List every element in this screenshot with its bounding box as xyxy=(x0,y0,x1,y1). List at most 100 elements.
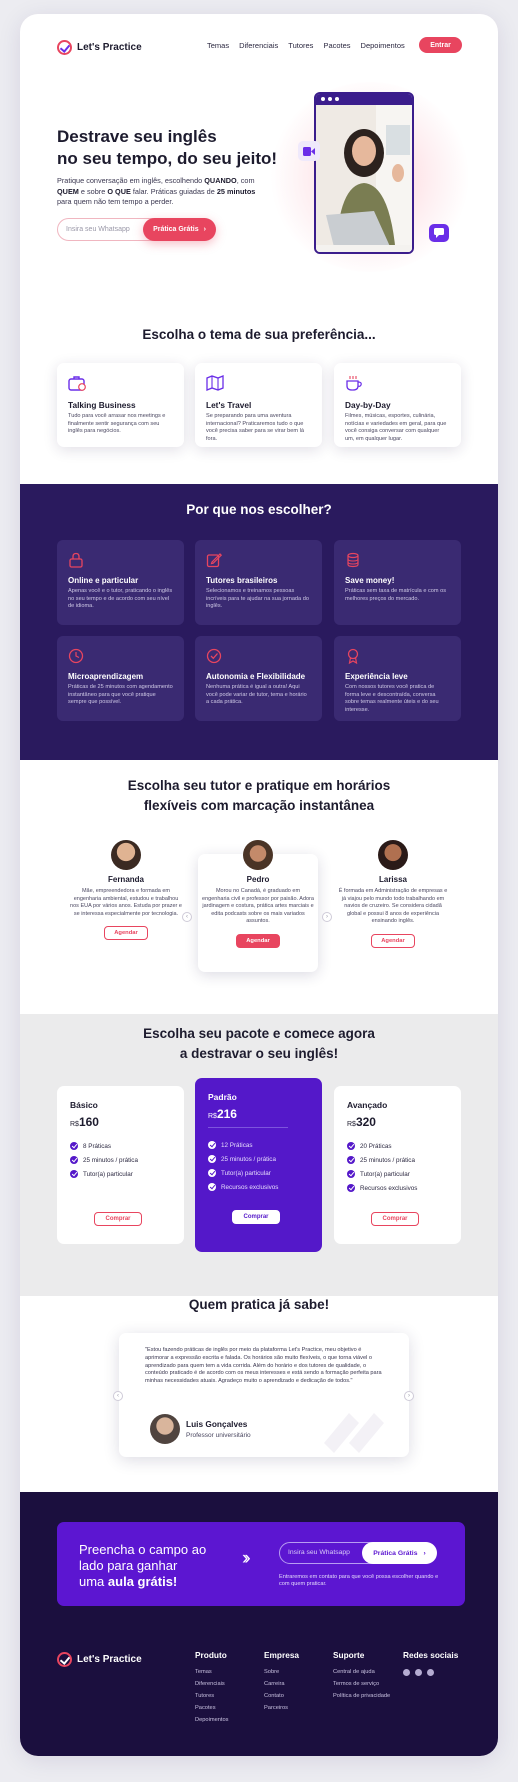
feature-item: 12 Práticas xyxy=(208,1138,309,1152)
theme-card-business[interactable]: Talking Business Tudo para você arrasar … xyxy=(57,363,184,447)
footer-col-empresa: Empresa Sobre Carreira Contato Parceiros xyxy=(264,1650,299,1717)
nav-link-temas[interactable]: Temas xyxy=(207,41,229,50)
feature-item: Tutor(a) particular xyxy=(347,1167,448,1181)
nav-links: Temas Diferenciais Tutores Pacotes Depoi… xyxy=(207,41,405,50)
login-button[interactable]: Entrar xyxy=(419,37,462,53)
feature-label: Recursos exclusivos xyxy=(360,1184,418,1192)
feature-label: 8 Práticas xyxy=(83,1142,111,1150)
feature-list: 12 Práticas 25 minutos / prática Tutor(a… xyxy=(208,1138,309,1194)
why-card-desc: Com nossos tutores você pratica de forma… xyxy=(345,684,439,713)
hero-title-line1: Destrave seu inglês xyxy=(57,127,217,146)
testimonial-quote: "Estou fazendo práticas de inglês por me… xyxy=(145,1347,382,1385)
hero-text-part: e sobre xyxy=(78,186,108,196)
brand-logo[interactable]: Let's Practice xyxy=(57,40,142,55)
check-icon xyxy=(208,1183,216,1191)
nav-link-pacotes[interactable]: Pacotes xyxy=(323,41,350,50)
woman-laptop-illustration xyxy=(316,105,412,252)
footer-link[interactable]: Parceiros xyxy=(264,1705,299,1717)
tutor-prev-arrow[interactable]: ‹ xyxy=(182,912,192,922)
instagram-icon[interactable] xyxy=(403,1669,410,1676)
youtube-icon[interactable] xyxy=(427,1669,434,1676)
cta-free-trial-button[interactable]: Prática Grátis › xyxy=(362,1542,437,1564)
footer-logo[interactable]: Let's Practice xyxy=(57,1652,142,1667)
tutor-name: Fernanda xyxy=(107,875,144,884)
nav-link-tutores[interactable]: Tutores xyxy=(288,41,313,50)
cta-line: Preencha o campo ao xyxy=(79,1542,207,1557)
testimonial-card: "Estou fazendo práticas de inglês por me… xyxy=(119,1333,409,1457)
whatsapp-input[interactable]: Insira seu Whatsapp xyxy=(66,226,130,233)
buy-button[interactable]: Comprar xyxy=(94,1212,142,1226)
nav-link-diferenciais[interactable]: Diferenciais xyxy=(239,41,278,50)
theme-card-travel[interactable]: Let's Travel Se preparando para uma aven… xyxy=(195,363,322,447)
footer-col-title: Redes sociais xyxy=(403,1650,459,1660)
feature-item: Tutor(a) particular xyxy=(208,1166,309,1180)
coins-icon xyxy=(347,552,359,568)
free-trial-label: Prática Grátis xyxy=(153,226,199,233)
footer-link[interactable]: Temas xyxy=(195,1669,229,1681)
theme-card-daybyday[interactable]: Day-by-Day Filmes, músicas, esportes, cu… xyxy=(334,363,461,447)
feature-item: 25 minutos / prática xyxy=(208,1152,309,1166)
cta-button-label: Prática Grátis xyxy=(373,1549,418,1557)
theme-desc: Filmes, músicas, esportes, culinária, no… xyxy=(345,413,447,442)
check-icon xyxy=(208,1141,216,1149)
footer-link[interactable]: Termos de serviço xyxy=(333,1681,390,1693)
cta-line-bold: aula grátis! xyxy=(107,1574,178,1589)
footer-link[interactable]: Tutores xyxy=(195,1693,229,1705)
testimonial-next-arrow[interactable]: › xyxy=(404,1391,414,1401)
why-card-desc: Apenas você e o tutor, praticando o ingl… xyxy=(68,588,173,610)
why-section: Por que nos escolher? Online e particula… xyxy=(20,484,498,760)
logo-check-icon xyxy=(57,40,72,55)
nav-link-depoimentos[interactable]: Depoimentos xyxy=(361,41,405,50)
map-icon xyxy=(206,375,224,391)
landing-page: Let's Practice Temas Diferenciais Tutore… xyxy=(20,14,498,1756)
cta-signup-form: Insira seu Whatsapp Prática Grátis › xyxy=(279,1542,437,1564)
package-price: R$320 xyxy=(347,1115,448,1129)
twitter-icon[interactable] xyxy=(415,1669,422,1676)
buy-button[interactable]: Comprar xyxy=(232,1210,280,1224)
buy-button[interactable]: Comprar xyxy=(371,1212,419,1226)
footer-link[interactable]: Depoimentos xyxy=(195,1717,229,1729)
hero-description: Pratique conversação em inglês, escolhen… xyxy=(57,176,267,208)
currency: R$ xyxy=(70,1121,79,1128)
author-name: Luis Gonçalves xyxy=(186,1419,248,1429)
avatar xyxy=(150,1414,180,1444)
footer-col-title: Suporte xyxy=(333,1650,365,1660)
brand-name: Let's Practice xyxy=(77,42,142,53)
footer-col-suporte: Suporte Central de ajuda Termos de servi… xyxy=(333,1650,390,1705)
check-icon xyxy=(347,1184,355,1192)
footer-col-title: Produto xyxy=(195,1650,227,1660)
feature-label: 25 minutos / prática xyxy=(360,1156,415,1164)
schedule-button[interactable]: Agendar xyxy=(236,933,280,948)
packages-title-line2: a destravar o seu inglês! xyxy=(179,1046,339,1061)
tutor-name: Larissa xyxy=(378,875,408,884)
schedule-button[interactable]: Agendar xyxy=(104,926,148,941)
hero-signup-form: Insira seu Whatsapp Prática Grátis › xyxy=(57,218,216,241)
hero-text-part: Pratique conversação em inglês, escolhen… xyxy=(57,176,205,185)
avatar xyxy=(243,840,273,870)
window-bar xyxy=(316,94,412,105)
theme-desc: Se preparando para uma aventura internac… xyxy=(206,413,304,442)
feature-list: 20 Práticas 25 minutos / prática Tutor(a… xyxy=(347,1139,448,1195)
tutor-next-arrow[interactable]: › xyxy=(322,912,332,922)
avatar xyxy=(378,840,408,870)
hero-text-bold: 25 minutos xyxy=(216,186,256,196)
schedule-button[interactable]: Agendar xyxy=(371,933,415,948)
edit-icon xyxy=(206,553,223,568)
testimonial-prev-arrow[interactable]: ‹ xyxy=(113,1391,123,1401)
cta-whatsapp-input[interactable]: Insira seu Whatsapp xyxy=(288,1549,350,1556)
tutor-desc: Morou no Canadá, é graduado em engenhari… xyxy=(202,888,314,925)
footer-link[interactable]: Sobre xyxy=(264,1669,299,1681)
free-trial-button[interactable]: Prática Grátis › xyxy=(143,218,216,241)
footer-link[interactable]: Diferenciais xyxy=(195,1681,229,1693)
tutors-title-line1: Escolha seu tutor e pratique em horários xyxy=(127,778,391,793)
footer-link[interactable]: Pacotes xyxy=(195,1705,229,1717)
footer-link[interactable]: Política de privacidade xyxy=(333,1693,390,1705)
footer-link[interactable]: Carreira xyxy=(264,1681,299,1693)
packages-title-line1: Escolha seu pacote e comece agora xyxy=(143,1026,375,1041)
cta-note: Entraremos em contato para que você poss… xyxy=(279,1574,439,1587)
footer-link[interactable]: Contato xyxy=(264,1693,299,1705)
cta-line: uma aula grátis! xyxy=(79,1574,229,1590)
feature-list: 8 Práticas 25 minutos / prática Tutor(a)… xyxy=(70,1139,171,1181)
footer-link[interactable]: Central de ajuda xyxy=(333,1669,390,1681)
feature-item: Recursos exclusivos xyxy=(347,1181,448,1195)
